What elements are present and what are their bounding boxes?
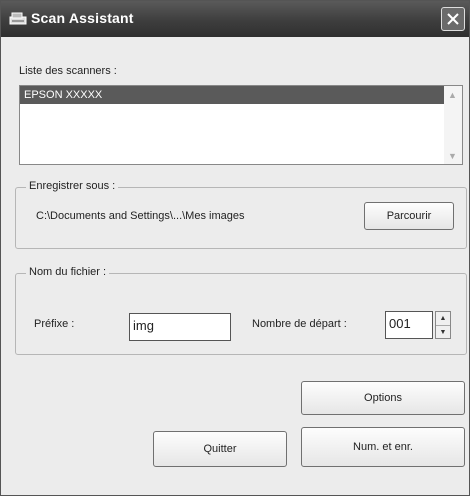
save-location-group: Enregistrer sous : C:\Documents and Sett…	[15, 180, 467, 249]
save-group-label: Enregistrer sous :	[26, 180, 119, 192]
start-number-stepper[interactable]: ▲ ▼	[435, 311, 451, 339]
scanner-list-item[interactable]: EPSON XXXXX	[20, 86, 444, 104]
scanner-list-label: Liste des scanners :	[19, 65, 117, 77]
scroll-down-icon[interactable]: ▼	[444, 147, 461, 164]
browse-button[interactable]: Parcourir	[364, 202, 454, 230]
stepper-down-icon[interactable]: ▼	[436, 326, 450, 339]
prefix-input[interactable]: img	[129, 313, 231, 341]
scan-assistant-window: Scan Assistant Liste des scanners : EPSO…	[0, 0, 470, 496]
scroll-up-icon[interactable]: ▲	[444, 86, 461, 103]
prefix-label: Préfixe :	[34, 318, 75, 330]
title-bar[interactable]: Scan Assistant	[1, 1, 469, 37]
save-path-text: C:\Documents and Settings\...\Mes images	[36, 210, 245, 222]
scanner-listbox[interactable]: EPSON XXXXX ▲ ▼	[19, 85, 463, 165]
close-icon	[447, 13, 459, 25]
start-number-label: Nombre de départ :	[252, 318, 347, 330]
quit-button[interactable]: Quitter	[153, 431, 287, 467]
options-button[interactable]: Options	[301, 381, 465, 415]
close-button[interactable]	[441, 7, 465, 31]
scanner-app-icon	[9, 11, 27, 27]
filename-group-label: Nom du fichier :	[26, 266, 110, 278]
stepper-up-icon[interactable]: ▲	[436, 312, 450, 326]
scan-and-save-button[interactable]: Num. et enr.	[301, 427, 465, 467]
list-scrollbar[interactable]: ▲ ▼	[444, 86, 462, 164]
window-title: Scan Assistant	[31, 10, 134, 26]
start-number-input[interactable]: 001	[385, 311, 433, 339]
